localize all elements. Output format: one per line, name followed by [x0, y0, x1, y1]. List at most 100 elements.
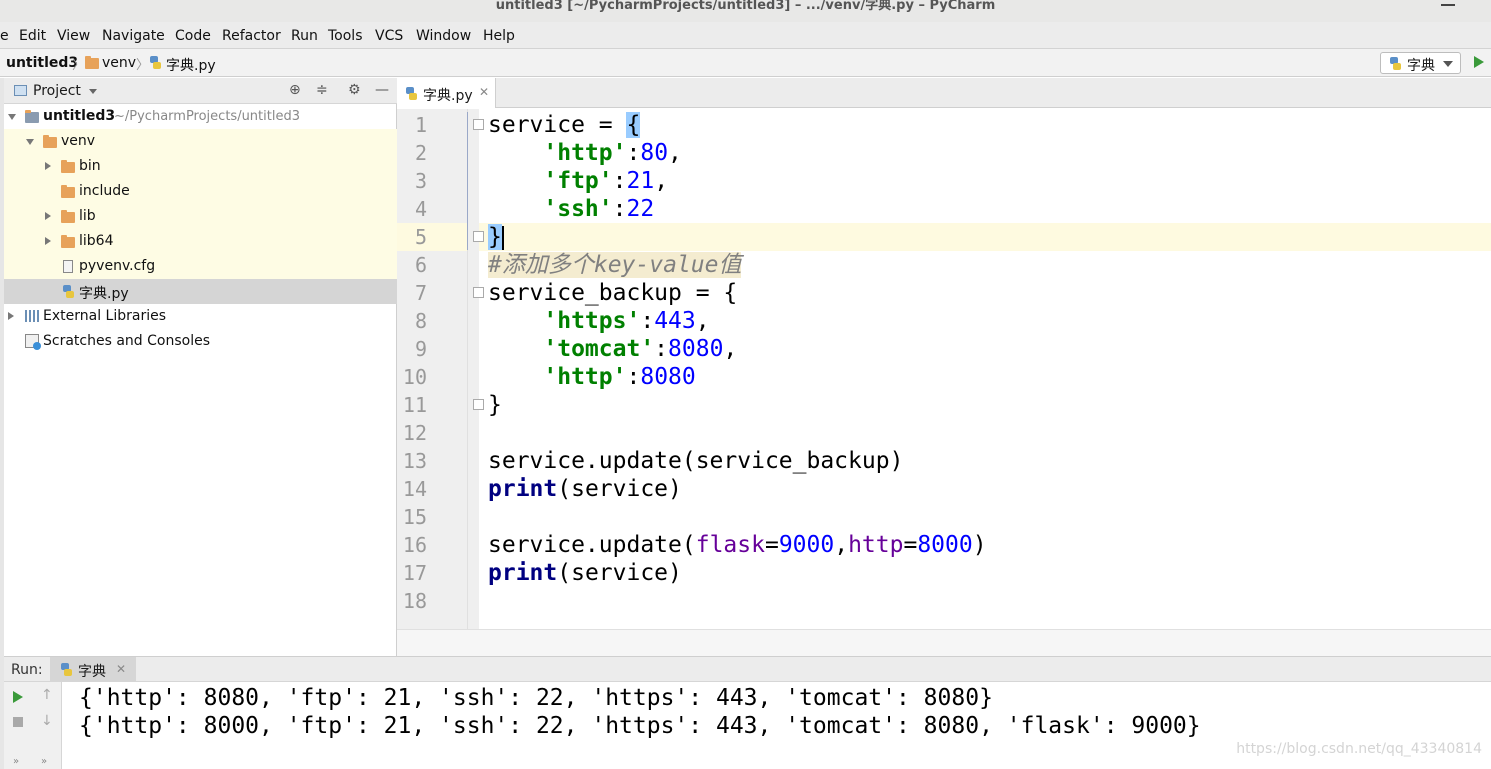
code-line: 'tomcat':8080,	[543, 336, 738, 362]
code-line: 'https':443,	[543, 308, 710, 334]
line-number: 1	[414, 113, 427, 137]
chevron-down-icon	[1443, 61, 1453, 67]
folder-icon	[61, 160, 75, 173]
tree-item-lib64[interactable]: lib64	[4, 229, 397, 254]
run-toolbar: ↑ ↓ » »	[4, 682, 62, 769]
more-icon[interactable]: »	[13, 756, 19, 767]
expand-icon[interactable]	[45, 212, 51, 220]
menu-code[interactable]: Code	[175, 28, 211, 44]
code-editor[interactable]: 1 2 3 4 5 6 7 8 9 10 11 12 13 14 15 16 1…	[397, 109, 1491, 629]
expand-icon[interactable]	[8, 312, 14, 320]
tree-item-pyvenv-cfg[interactable]: pyvenv.cfg	[4, 254, 397, 279]
navigation-bar: untitled3 〉 venv 〉 字典.py 字典	[0, 49, 1491, 77]
tree-item-label: untitled3	[43, 108, 116, 124]
tab-run-config[interactable]: 字典 ✕	[50, 657, 136, 682]
menu-file[interactable]: e	[0, 28, 9, 44]
tab-label: 字典	[78, 664, 106, 680]
chevron-down-icon[interactable]	[89, 89, 97, 94]
gear-icon[interactable]: ⚙	[348, 82, 361, 98]
close-icon[interactable]: ✕	[116, 662, 126, 676]
breadcrumb-separator-icon: 〉	[72, 58, 86, 73]
menu-run[interactable]: Run	[291, 28, 318, 44]
python-file-icon	[60, 663, 72, 676]
project-view-select[interactable]: Project	[33, 83, 81, 99]
console-output-line: {'http': 8080, 'ftp': 21, 'ssh': 22, 'ht…	[79, 685, 993, 711]
tree-item-label: 字典.py	[79, 286, 129, 302]
tree-item-bin[interactable]: bin	[4, 154, 397, 179]
code-line: 'ftp':21,	[543, 168, 669, 194]
menu-edit[interactable]: Edit	[19, 28, 46, 44]
run-tab-bar: Run: 字典 ✕	[4, 656, 1491, 682]
hide-panel-icon[interactable]: —	[375, 82, 389, 98]
breadcrumb-file[interactable]: 字典.py	[166, 55, 216, 75]
expand-icon[interactable]	[8, 114, 16, 120]
editor-horizontal-scrollbar[interactable]	[397, 629, 1491, 656]
menu-tools[interactable]: Tools	[328, 28, 363, 44]
tree-item-path: ~/PycharmProjects/untitled3	[114, 109, 300, 124]
arrow-down-icon[interactable]: ↓	[41, 713, 53, 729]
editor-tab-bar: 字典.py ✕	[397, 78, 1491, 108]
code-line: 'ssh':22	[543, 196, 655, 222]
fold-icon[interactable]	[473, 231, 484, 242]
title-bar: untitled3 [~/PycharmProjects/untitled3] …	[0, 0, 1491, 22]
rerun-icon[interactable]	[13, 691, 23, 703]
expand-icon[interactable]	[45, 237, 51, 245]
tree-item-label: lib	[79, 208, 96, 224]
breadcrumb-venv[interactable]: venv	[102, 55, 136, 71]
line-number: 17	[402, 561, 427, 585]
console-output-line: {'http': 8000, 'ftp': 21, 'ssh': 22, 'ht…	[79, 713, 1201, 739]
python-file-icon	[62, 285, 74, 298]
arrow-up-icon[interactable]: ↑	[41, 687, 53, 703]
code-line: }	[488, 223, 504, 251]
stop-icon[interactable]	[13, 717, 23, 727]
fold-icon[interactable]	[473, 119, 484, 130]
run-icon[interactable]	[1474, 56, 1484, 68]
code-line: service.update(flask=9000,http=8000)	[488, 532, 987, 558]
line-number: 11	[402, 393, 427, 417]
tree-item-lib[interactable]: lib	[4, 204, 397, 229]
menu-refactor[interactable]: Refactor	[222, 28, 281, 44]
folder-icon	[43, 135, 57, 148]
expand-icon[interactable]	[26, 139, 34, 145]
close-icon[interactable]: ✕	[479, 85, 489, 99]
breadcrumb-project[interactable]: untitled3	[6, 55, 78, 71]
current-line-highlight	[479, 223, 1491, 251]
breadcrumb-separator-icon: 〉	[136, 58, 150, 73]
config-file-icon	[63, 260, 73, 273]
fold-icon[interactable]	[473, 399, 484, 410]
more-icon[interactable]: »	[41, 756, 47, 767]
tree-item-include[interactable]: include	[4, 179, 397, 204]
folder-icon	[61, 185, 75, 198]
line-number: 7	[414, 281, 427, 305]
locate-icon[interactable]: ⊕	[289, 82, 301, 98]
tree-item-label: Scratches and Consoles	[43, 333, 210, 349]
line-number: 2	[414, 141, 427, 165]
folder-icon	[61, 210, 75, 223]
matched-brace: {	[626, 112, 641, 138]
line-number: 16	[402, 533, 427, 557]
tree-item-external-libraries[interactable]: External Libraries	[4, 304, 397, 329]
minimize-icon[interactable]	[1441, 0, 1455, 6]
tree-item-venv[interactable]: venv	[4, 129, 397, 154]
menu-vcs[interactable]: VCS	[375, 28, 403, 44]
code-line: service_backup = {	[488, 280, 738, 306]
folder-link-icon	[61, 235, 75, 248]
project-panel: Project ⊕ ≑ ⚙ — untitled3 ~/PycharmProje…	[4, 78, 397, 656]
scratches-icon	[25, 334, 41, 350]
menu-help[interactable]: Help	[483, 28, 515, 44]
tree-item-current-file[interactable]: 字典.py	[4, 279, 397, 304]
project-view-icon	[14, 85, 27, 96]
expand-icon[interactable]	[45, 162, 51, 170]
tree-item-root[interactable]: untitled3 ~/PycharmProjects/untitled3	[4, 104, 397, 129]
watermark: https://blog.csdn.net/qq_43340814	[1236, 741, 1482, 757]
menu-view[interactable]: View	[57, 28, 90, 44]
tab-current-file[interactable]: 字典.py ✕	[397, 78, 496, 108]
menu-window[interactable]: Window	[416, 28, 471, 44]
line-number: 15	[402, 505, 427, 529]
collapse-all-icon[interactable]: ≑	[316, 82, 328, 98]
project-folder-icon	[25, 110, 39, 123]
run-configuration-select[interactable]: 字典	[1380, 52, 1461, 74]
menu-navigate[interactable]: Navigate	[102, 28, 165, 44]
tree-item-scratches[interactable]: Scratches and Consoles	[4, 329, 397, 354]
fold-icon[interactable]	[473, 287, 484, 298]
